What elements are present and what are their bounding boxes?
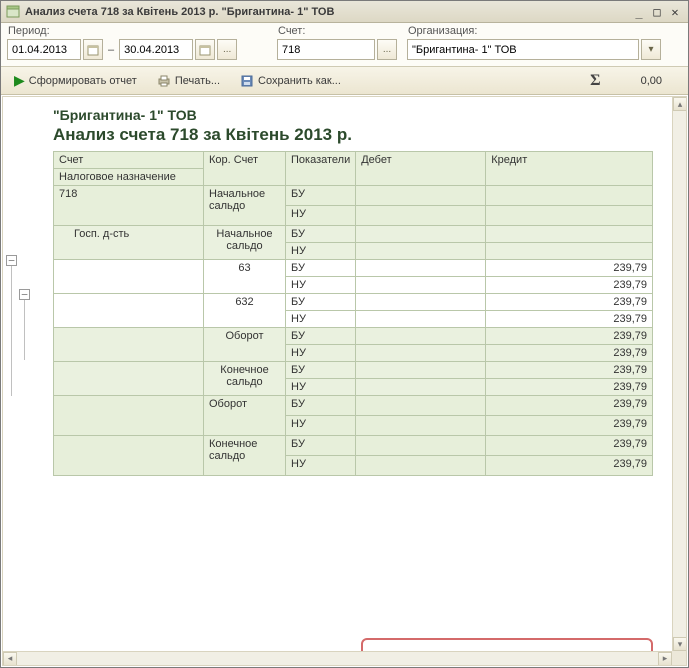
cell-konech: Конечное сальдо [204, 436, 286, 476]
diskette-icon [240, 74, 254, 88]
scroll-corner [672, 651, 686, 665]
sum-indicator: Σ 0,00 [590, 72, 682, 90]
print-label: Печать... [175, 75, 220, 87]
scroll-up-button[interactable]: ▴ [673, 97, 687, 111]
params-panel: Период: – ... Счет: [1, 23, 688, 67]
window: Анализ счета 718 за Квітень 2013 р. "Бри… [0, 0, 689, 668]
org-dropdown-button[interactable]: ▾ [641, 39, 661, 60]
account-select-button[interactable]: ... [377, 39, 397, 60]
cell-gosp: Госп. д-сть [54, 226, 204, 260]
cell-cor632: 632 [204, 294, 286, 328]
period-select-button[interactable]: ... [217, 39, 237, 60]
col-account: Счет [54, 152, 204, 169]
date-from-calendar-button[interactable] [83, 39, 103, 60]
highlight-box [361, 638, 653, 651]
play-icon: ▶ [14, 72, 25, 89]
scroll-down-button[interactable]: ▾ [673, 637, 687, 651]
run-report-label: Сформировать отчет [29, 75, 137, 87]
maximize-button[interactable]: □ [648, 5, 666, 19]
cell-oborot-s: Оборот [204, 328, 286, 362]
report-area: − − "Бригантина- 1" ТОВ Анализ счета 718… [2, 96, 687, 666]
cell-oborot: Оборот [204, 396, 286, 436]
toolbar: ▶ Сформировать отчет Печать... Сохранить… [1, 67, 688, 95]
report-body: "Бригантина- 1" ТОВ Анализ счета 718 за … [53, 97, 672, 476]
period-label: Период: [7, 25, 277, 37]
scroll-right-button[interactable]: ▸ [658, 652, 672, 666]
run-report-button[interactable]: ▶ Сформировать отчет [7, 69, 144, 92]
calendar-icon [199, 44, 211, 56]
col-pokaz: Показатели [286, 152, 356, 186]
scroll-left-button[interactable]: ◂ [3, 652, 17, 666]
horizontal-scrollbar[interactable]: ◂ ▸ [3, 651, 672, 665]
sum-value: 0,00 [641, 75, 662, 87]
account-input[interactable] [277, 39, 375, 60]
cell-cor63: 63 [204, 260, 286, 294]
vertical-scrollbar[interactable]: ▴ ▾ [672, 97, 686, 651]
save-as-button[interactable]: Сохранить как... [233, 71, 348, 91]
cell-bu: БУ [286, 186, 356, 206]
sigma-icon: Σ [590, 72, 600, 90]
close-button[interactable]: ✕ [666, 5, 684, 19]
org-label: Организация: [407, 25, 682, 37]
minimize-button[interactable]: _ [630, 5, 648, 19]
titlebar: Анализ счета 718 за Квітень 2013 р. "Бри… [1, 1, 688, 23]
app-icon [5, 4, 21, 20]
report-title: Анализ счета 718 за Квітень 2013 р. [53, 125, 672, 145]
cell-nu: НУ [286, 206, 356, 226]
print-button[interactable]: Печать... [150, 71, 227, 91]
org-input[interactable] [407, 39, 639, 60]
cell-nach-s: Начальное сальдо [204, 226, 286, 260]
report-org-title: "Бригантина- 1" ТОВ [53, 107, 672, 123]
date-from-input[interactable] [7, 39, 81, 60]
date-to-calendar-button[interactable] [195, 39, 215, 60]
date-dash: – [105, 44, 117, 56]
account-label: Счет: [277, 25, 407, 37]
col-tax: Налоговое назначение [54, 169, 204, 186]
col-debit: Дебет [356, 152, 486, 186]
tree-collapse-node[interactable]: − [19, 289, 30, 300]
cell-nach-saldo: Начальное сальдо [204, 186, 286, 226]
col-credit: Кредит [486, 152, 653, 186]
date-to-input[interactable] [119, 39, 193, 60]
window-title: Анализ счета 718 за Квітень 2013 р. "Бри… [25, 6, 630, 18]
calendar-icon [87, 44, 99, 56]
cell-acc-main: 718 [54, 186, 204, 226]
cell-konech-s: Конечное сальдо [204, 362, 286, 396]
save-label: Сохранить как... [258, 75, 341, 87]
col-cor: Кор. Счет [204, 152, 286, 186]
printer-icon [157, 74, 171, 88]
tree-collapse-node[interactable]: − [6, 255, 17, 266]
report-table: Счет Кор. Счет Показатели Дебет Кредит Н… [53, 151, 653, 476]
